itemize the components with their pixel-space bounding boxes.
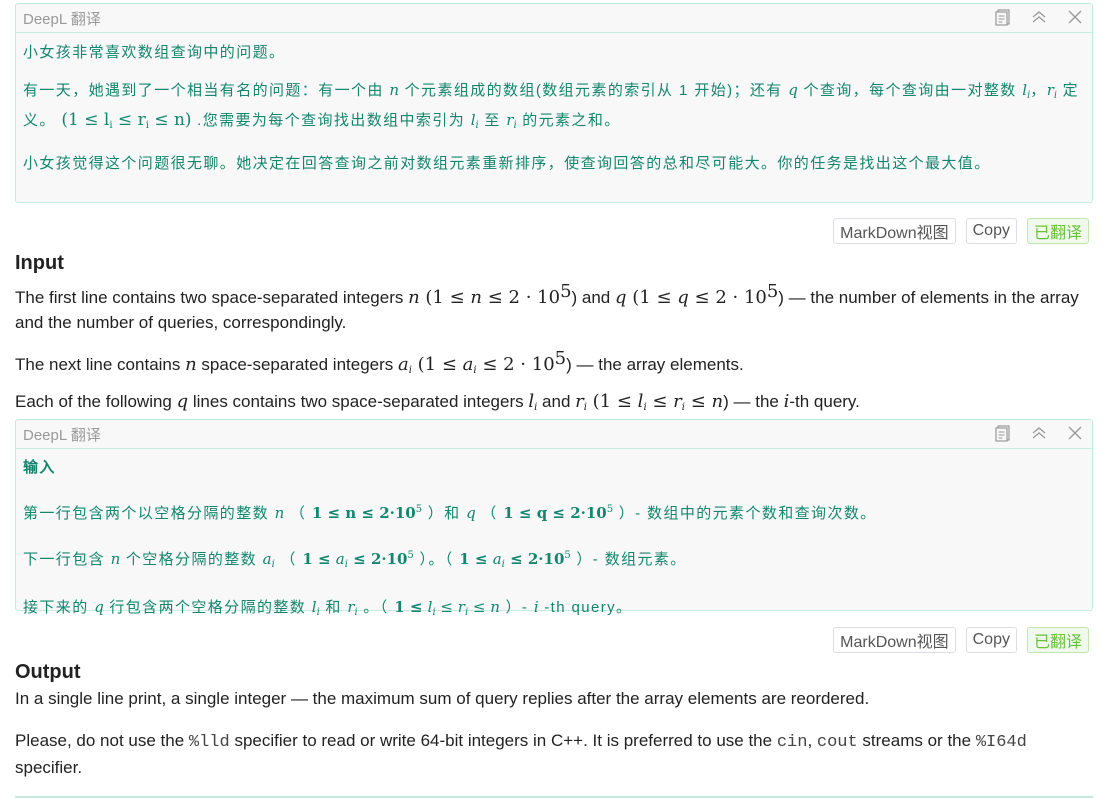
code-lld: %lld [188,733,230,752]
panel-header: DeepL 翻译 [16,420,1092,449]
math-n: n [389,81,400,99]
text: 个查询，每个查询由一对整数 [803,82,1017,99]
toolbar-1: MarkDown视图 Copy 已翻译 [833,218,1089,244]
code-cin: cin [776,733,808,752]
copy-icon[interactable] [994,8,1012,26]
text: 至 [484,112,501,129]
copy-icon[interactable] [994,424,1012,442]
panel-body: 小女孩非常喜欢数组查询中的问题。 有一天，她遇到了一个相当有名的问题：有一个由 … [16,33,1092,182]
collapse-icon[interactable] [1030,424,1048,442]
deepl-translation-panel-1: DeepL 翻译 小女孩非常喜欢数组查询中的问题。 有一天，她遇到了一个相当有名… [15,3,1093,203]
panel-title: DeepL 翻译 [23,426,101,444]
output-paragraph-1: In a single line print, a single integer… [15,689,870,708]
deepl-translation-panel-2: DeepL 翻译 输入 第一行包含两个以空格分隔的整数 n （ 1 ≤ n ≤ … [15,419,1093,618]
code-cout: cout [816,733,858,752]
panel-body: 输入 第一行包含两个以空格分隔的整数 n （ 1 ≤ n ≤ 2·105 ）和 … [16,449,1092,631]
toolbar-2: MarkDown视图 Copy 已翻译 [833,627,1089,653]
close-icon[interactable] [1066,424,1084,442]
math-li: li [470,111,479,131]
markdown-view-button[interactable]: MarkDown视图 [833,627,956,653]
translation-paragraph: 第一行包含两个以空格分隔的整数 n （ 1 ≤ n ≤ 2·105 ）和 q （… [23,504,877,522]
output-paragraph-2: Please, do not use the %lld specifier to… [15,731,1027,777]
translation-paragraph: 接下来的 q 行包含两个空格分隔的整数 li 和 ri 。（ 1 ≤ li ≤ … [23,598,633,618]
collapse-icon[interactable] [1030,8,1048,26]
translation-paragraph: 小女孩觉得这个问题很无聊。她决定在回答查询之前对数组元素重新排序，使查询回答的总… [23,155,991,172]
panel-header: DeepL 翻译 [16,4,1092,33]
translation-paragraph: 下一行包含 n 个空格分隔的整数 ai （ 1 ≤ ai ≤ 2·105 ）。（… [23,550,687,570]
text: 有一天，她遇到了一个相当有名的问题：有一个由 [23,82,384,99]
text: .您需要为每个查询找出数组中索引为 [197,112,466,129]
text: ， [1030,82,1047,99]
input-section-title: Input [15,252,64,274]
code-i64d: %I64d [975,733,1027,752]
panel-tools [994,8,1084,26]
math-q: q [788,81,798,99]
close-icon[interactable] [1066,8,1084,26]
output-section-title: Output [15,661,81,683]
translation-paragraph: 小女孩非常喜欢数组查询中的问题。 [23,44,286,61]
panel-tools [994,424,1084,442]
input-paragraph-3: Each of the following q lines contains t… [15,391,860,413]
text: 个元素组成的数组(数组元素的索引从 1 开始)；还有 [404,82,783,99]
markdown-view-button[interactable]: MarkDown视图 [833,218,956,244]
input-paragraph-2: The next line contains n space-separated… [15,348,744,376]
input-paragraph-1: The first line contains two space-separa… [15,281,1079,332]
math-ri: ri [506,111,517,131]
translation-heading: 输入 [23,459,56,476]
translation-paragraph: 有一天，她遇到了一个相当有名的问题：有一个由 n 个元素组成的数组(数组元素的索… [23,78,1085,138]
copy-button[interactable]: Copy [965,627,1017,653]
math-range: (1 ≤ li ≤ ri ≤ n) [61,110,192,131]
math-ri: ri [1046,81,1058,101]
text: 的元素之和。 [522,112,621,129]
translated-button[interactable]: 已翻译 [1026,627,1089,653]
copy-button[interactable]: Copy [965,218,1017,244]
panel-title: DeepL 翻译 [23,10,101,28]
translated-button[interactable]: 已翻译 [1026,218,1089,244]
